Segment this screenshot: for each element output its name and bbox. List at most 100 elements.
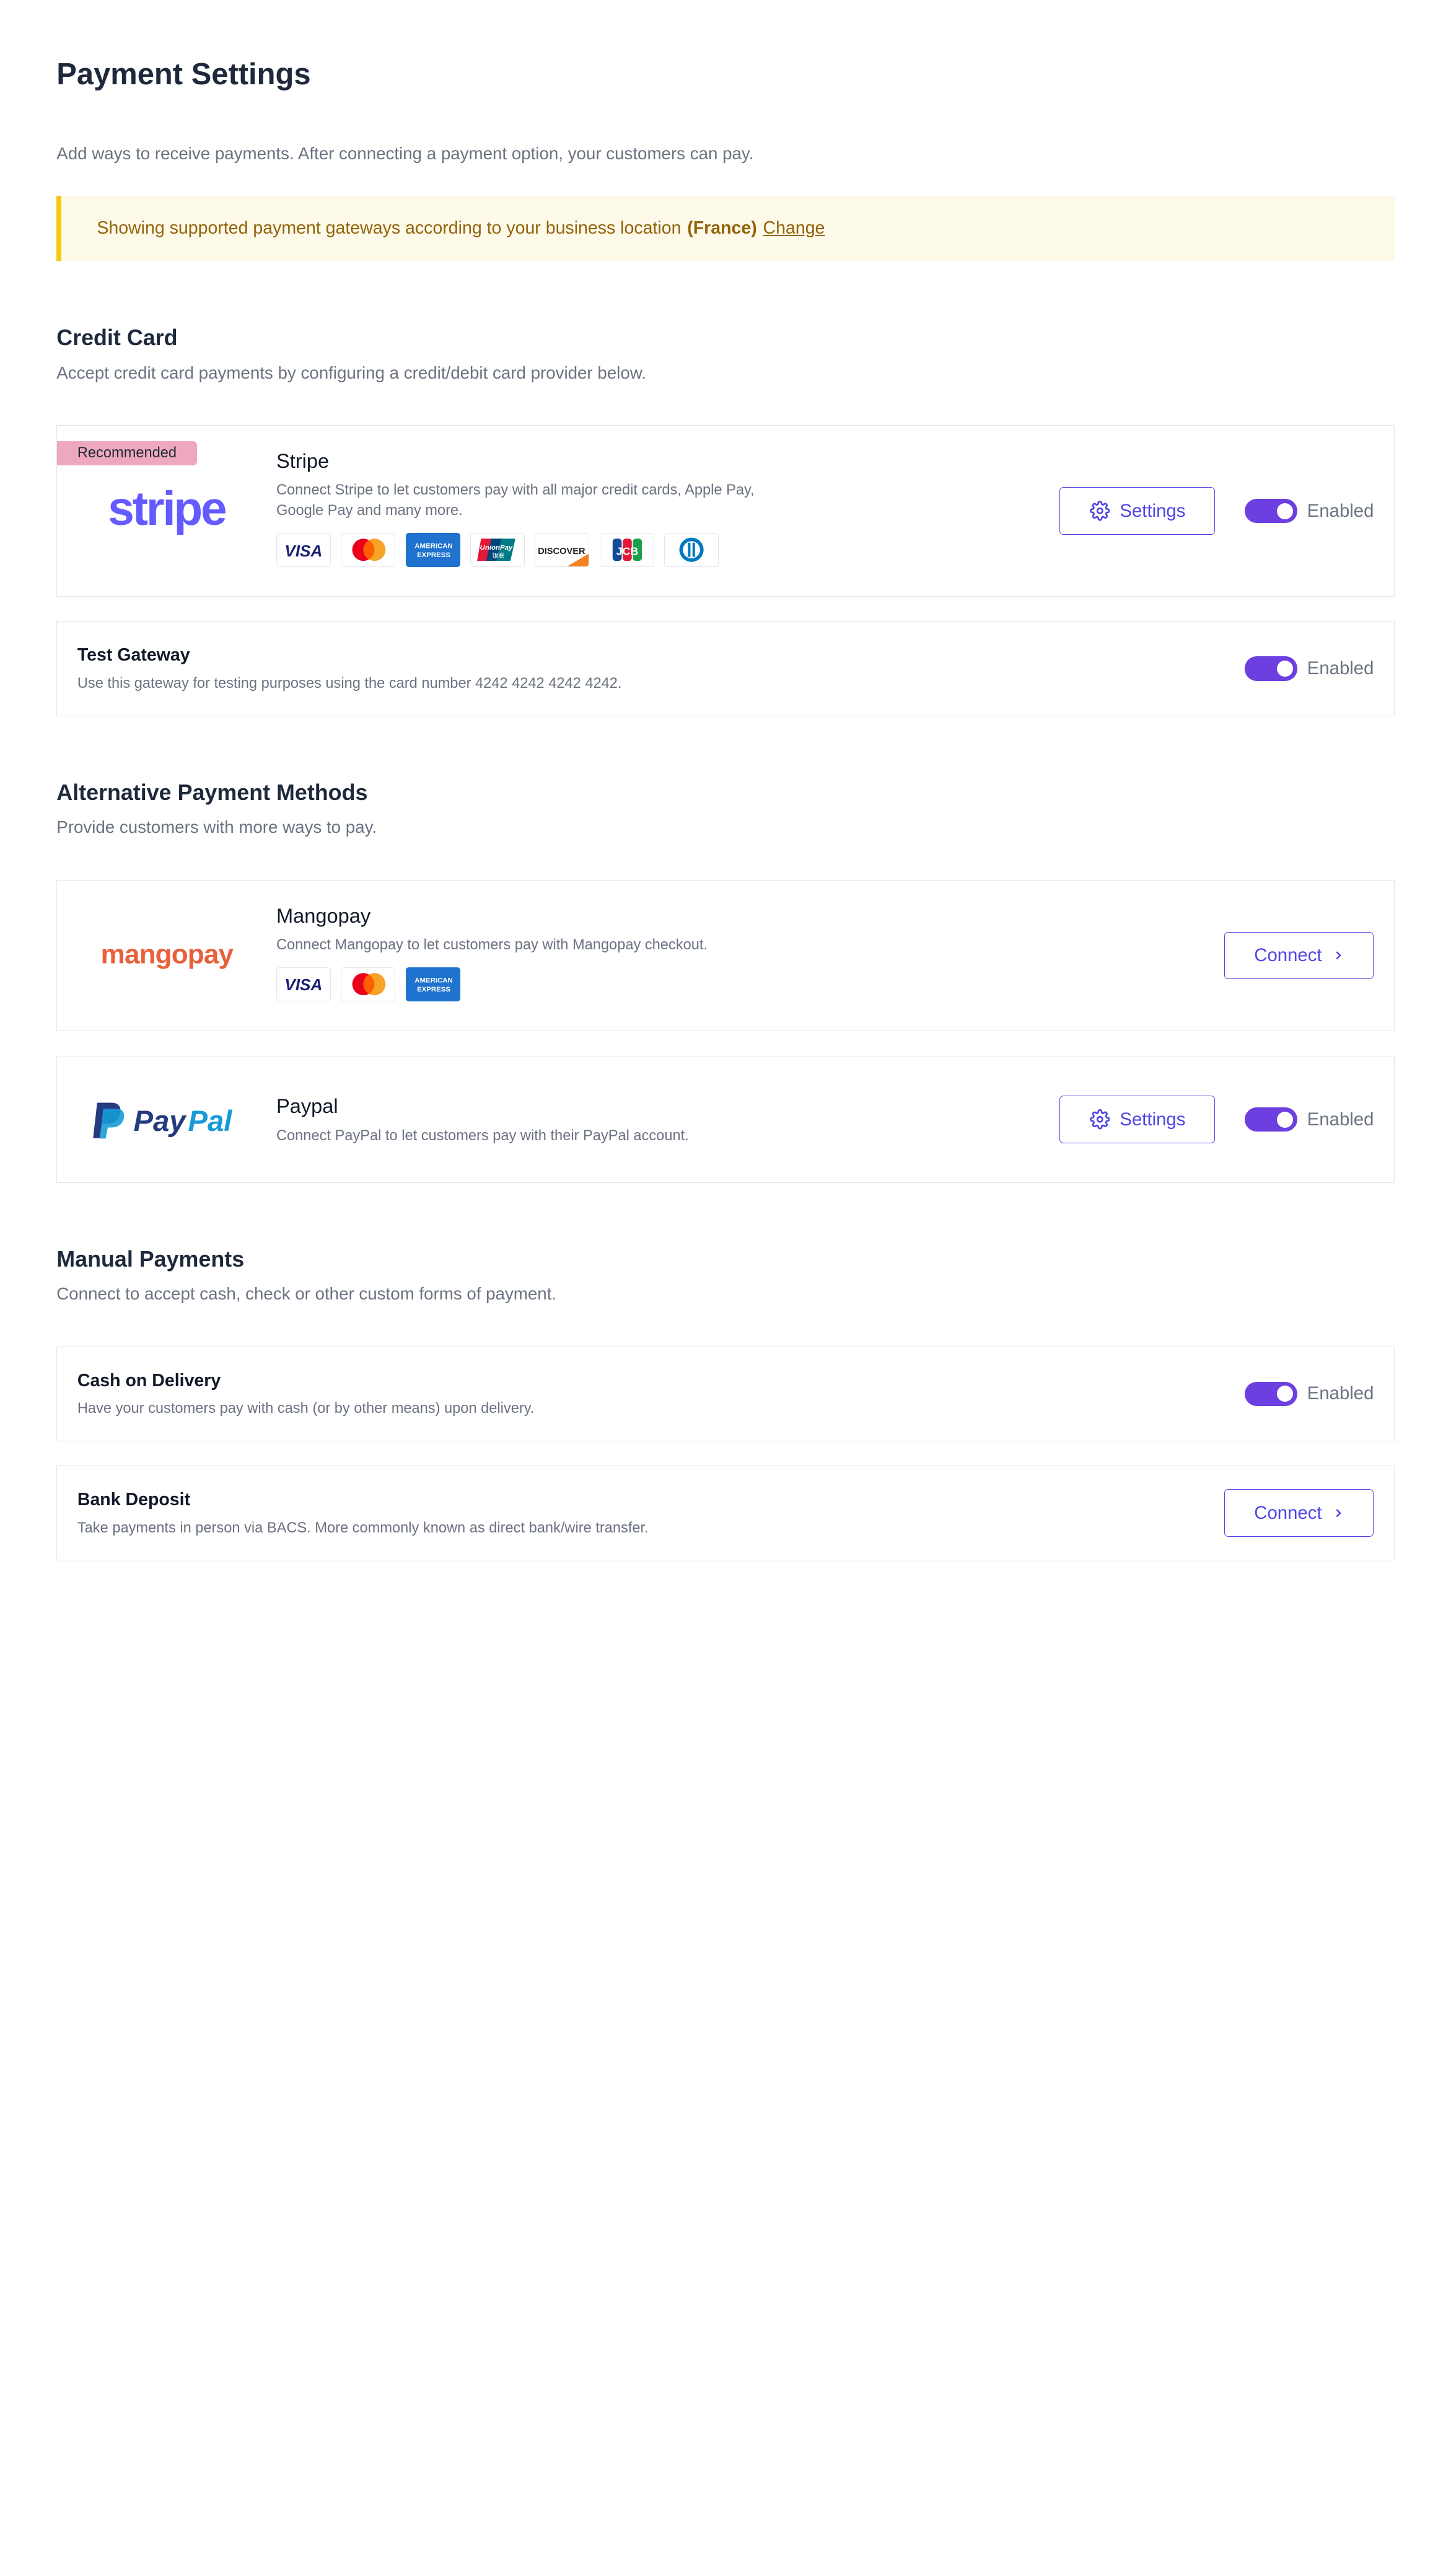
cash-on-delivery-card: Cash on Delivery Have your customers pay… bbox=[56, 1346, 1395, 1441]
cod-status: Enabled bbox=[1244, 1381, 1374, 1406]
supported-cards: VISA AMERICAN EXPRESS bbox=[276, 967, 708, 1002]
svg-text:银联: 银联 bbox=[493, 552, 505, 560]
page-subtitle: Add ways to receive payments. After conn… bbox=[56, 144, 754, 164]
mastercard-icon bbox=[341, 532, 396, 568]
payment-settings-page: Payment Settings Add ways to receive pay… bbox=[0, 0, 1451, 1561]
svg-text:VISA: VISA bbox=[285, 976, 323, 992]
test-gateway-card: Test Gateway Use this gateway for testin… bbox=[56, 621, 1395, 716]
stripe-gateway-card: Recommended stripe Stripe Connect Stripe… bbox=[56, 425, 1395, 597]
manual-section: Manual Payments Connect to accept cash, … bbox=[56, 1246, 1395, 1561]
status-label: Enabled bbox=[1307, 1109, 1374, 1130]
mangopay-gateway-card: mangopay Mangopay Connect Mangopay to le… bbox=[56, 879, 1395, 1032]
stripe-logo: stripe bbox=[57, 485, 276, 537]
gateway-description: Connect PayPal to let customers pay with… bbox=[276, 1127, 689, 1144]
gateway-name: Paypal bbox=[276, 1094, 338, 1118]
gateway-name: Mangopay bbox=[276, 903, 371, 927]
location-notice: Showing supported payment gateways accor… bbox=[56, 196, 1395, 261]
discover-icon: DISCOVER bbox=[535, 532, 590, 568]
svg-text:stripe: stripe bbox=[108, 485, 226, 535]
gateway-name: Test Gateway bbox=[77, 645, 190, 666]
paypal-info: Paypal Connect PayPal to let customers p… bbox=[276, 1093, 689, 1146]
diners-club-icon bbox=[664, 532, 719, 568]
mangopay-connect-button[interactable]: Connect bbox=[1224, 931, 1374, 980]
svg-text:EXPRESS: EXPRESS bbox=[417, 986, 450, 993]
amex-icon: AMERICAN EXPRESS bbox=[405, 532, 460, 568]
gateway-description: Connect Mangopay to let customers pay wi… bbox=[276, 936, 708, 953]
svg-text:AMERICAN: AMERICAN bbox=[414, 542, 452, 550]
paypal-actions: Settings Enabled bbox=[1059, 1096, 1394, 1144]
svg-text:AMERICAN: AMERICAN bbox=[414, 977, 452, 984]
mastercard-icon bbox=[341, 967, 396, 1002]
paypal-settings-button[interactable]: Settings bbox=[1059, 1096, 1216, 1144]
test-gateway-info: Test Gateway Use this gateway for testin… bbox=[77, 643, 622, 693]
stripe-enabled-toggle[interactable] bbox=[1244, 499, 1297, 524]
mangopay-actions: Connect bbox=[1224, 931, 1394, 980]
cod-enabled-toggle[interactable] bbox=[1244, 1381, 1297, 1406]
section-subtitle-alternative: Provide customers with more ways to pay. bbox=[56, 817, 377, 837]
bank-deposit-card: Bank Deposit Take payments in person via… bbox=[56, 1466, 1395, 1561]
credit-card-section: Credit Card Accept credit card payments … bbox=[56, 324, 1395, 716]
bank-actions: Connect bbox=[1224, 1489, 1394, 1537]
visa-icon: VISA bbox=[276, 967, 331, 1002]
unionpay-icon: UnionPay 银联 bbox=[470, 532, 525, 568]
svg-text:EXPRESS: EXPRESS bbox=[417, 552, 450, 559]
connect-label: Connect bbox=[1254, 944, 1322, 965]
gateway-name: Bank Deposit bbox=[77, 1489, 191, 1510]
test-gateway-actions: Enabled bbox=[1215, 656, 1394, 681]
stripe-actions: Settings Enabled bbox=[1059, 487, 1394, 535]
notice-location: (France) bbox=[687, 218, 757, 238]
svg-text:mangopay: mangopay bbox=[100, 939, 234, 970]
svg-text:DISCOVER: DISCOVER bbox=[538, 547, 585, 556]
gateway-description: Connect Stripe to let customers pay with… bbox=[276, 482, 755, 519]
gateway-name: Cash on Delivery bbox=[77, 1370, 221, 1391]
svg-text:UnionPay: UnionPay bbox=[480, 545, 513, 552]
paypal-logo: Pay Pal bbox=[57, 1099, 276, 1141]
section-title-credit-card: Credit Card bbox=[56, 325, 178, 351]
stripe-settings-button[interactable]: Settings bbox=[1059, 487, 1216, 535]
change-location-link[interactable]: Change bbox=[763, 218, 825, 239]
cod-info: Cash on Delivery Have your customers pay… bbox=[77, 1369, 535, 1419]
section-title-manual: Manual Payments bbox=[56, 1246, 245, 1272]
test-gateway-enabled-toggle[interactable] bbox=[1244, 656, 1297, 681]
chevron-right-icon bbox=[1336, 951, 1341, 960]
section-title-alternative: Alternative Payment Methods bbox=[56, 780, 368, 805]
gateway-description: Take payments in person via BACS. More c… bbox=[77, 1519, 649, 1536]
status-label: Enabled bbox=[1307, 1383, 1374, 1404]
stripe-status: Enabled bbox=[1244, 499, 1374, 524]
test-gateway-status: Enabled bbox=[1244, 656, 1374, 681]
gear-icon bbox=[1089, 501, 1110, 521]
settings-label: Settings bbox=[1120, 500, 1186, 521]
svg-text:JCB: JCB bbox=[616, 545, 638, 558]
bank-info: Bank Deposit Take payments in person via… bbox=[77, 1488, 649, 1538]
amex-icon: AMERICAN EXPRESS bbox=[405, 967, 460, 1002]
paypal-enabled-toggle[interactable] bbox=[1244, 1107, 1297, 1132]
bank-connect-button[interactable]: Connect bbox=[1224, 1489, 1374, 1537]
gear-icon bbox=[1089, 1109, 1110, 1130]
stripe-info: Stripe Connect Stripe to let customers p… bbox=[276, 426, 781, 568]
section-subtitle-credit-card: Accept credit card payments by configuri… bbox=[56, 363, 646, 382]
mangopay-logo: mangopay bbox=[57, 935, 276, 975]
recommended-badge: Recommended bbox=[57, 441, 197, 465]
alternative-section: Alternative Payment Methods Provide cust… bbox=[56, 779, 1395, 1183]
paypal-gateway-card: Pay Pal Paypal Connect PayPal to let cus… bbox=[56, 1056, 1395, 1183]
paypal-status: Enabled bbox=[1244, 1107, 1374, 1132]
visa-icon: VISA bbox=[276, 532, 331, 568]
gateway-description: Have your customers pay with cash (or by… bbox=[77, 1400, 535, 1417]
svg-text:VISA: VISA bbox=[285, 542, 323, 558]
settings-label: Settings bbox=[1120, 1109, 1186, 1130]
status-label: Enabled bbox=[1307, 500, 1374, 521]
gateway-description: Use this gateway for testing purposes us… bbox=[77, 675, 622, 692]
page-title: Payment Settings bbox=[56, 58, 311, 92]
connect-label: Connect bbox=[1254, 1502, 1322, 1523]
gateway-name: Stripe bbox=[276, 449, 330, 473]
svg-text:Pay: Pay bbox=[133, 1105, 187, 1138]
chevron-right-icon bbox=[1336, 1509, 1341, 1518]
status-label: Enabled bbox=[1307, 657, 1374, 679]
cod-actions: Enabled bbox=[1215, 1381, 1394, 1406]
mangopay-info: Mangopay Connect Mangopay to let custome… bbox=[276, 881, 708, 1002]
notice-text: Showing supported payment gateways accor… bbox=[97, 218, 682, 238]
jcb-icon: JCB bbox=[599, 532, 654, 568]
supported-cards: VISA AMERICAN EXPRESS UnionPay 银联 DISCOVE bbox=[276, 532, 781, 568]
svg-text:Pal: Pal bbox=[188, 1105, 232, 1138]
section-subtitle-manual: Connect to accept cash, check or other c… bbox=[56, 1284, 557, 1304]
